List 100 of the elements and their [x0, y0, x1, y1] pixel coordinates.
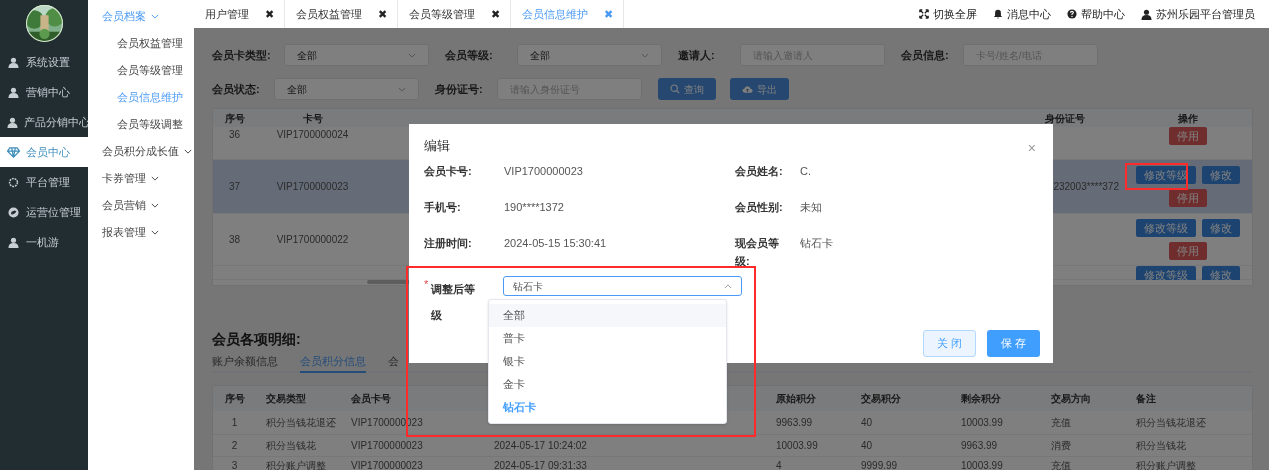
user-icon: [8, 86, 19, 98]
field-label: 调整后等级: [431, 282, 477, 323]
chevron-icon: [151, 203, 159, 208]
dropdown-option[interactable]: 普卡: [489, 327, 726, 350]
chevron-icon: [398, 86, 406, 92]
highlight-frame: [1125, 163, 1188, 190]
submenu-item[interactable]: 报表管理: [88, 219, 194, 246]
header-link[interactable]: 帮助中心: [1067, 5, 1125, 23]
table-cell-text: 1: [230, 416, 239, 430]
table-cell-text: 积分当钱花退还: [265, 416, 337, 430]
field-label: 会员卡类型:: [212, 47, 272, 63]
table-cell-text: VIP1700000023: [350, 459, 424, 470]
chevron-icon: [724, 283, 732, 289]
dropdown-option[interactable]: 全部: [489, 304, 726, 327]
field-label: 会员状态:: [212, 81, 261, 97]
submenu-item[interactable]: 卡券管理: [88, 165, 194, 192]
column-header: 序号: [223, 392, 246, 406]
table-cell-text: 232003****372: [1053, 180, 1119, 194]
header-link[interactable]: 苏州乐园平台管理员: [1141, 5, 1259, 23]
table-cell-text: 10003.99: [960, 416, 1004, 430]
user-icon: [7, 116, 18, 128]
table-cell-text: 充值: [1050, 459, 1072, 470]
sidebar-item[interactable]: 系统设置: [0, 47, 88, 77]
bell-icon: [993, 9, 1003, 19]
submenu-item[interactable]: 会员等级管理: [88, 57, 194, 84]
select-field[interactable]: 钻石卡: [503, 276, 742, 296]
field-value: C.: [800, 164, 812, 179]
table-cell-text: 3: [230, 459, 239, 470]
table-cell-text: VIP1700000023: [350, 439, 424, 453]
column-header: 交易类型: [265, 392, 307, 406]
field-label: 会员信息:: [901, 47, 950, 63]
select-field[interactable]: 全部: [517, 44, 662, 66]
table-cell-text: 9999.99: [860, 459, 899, 470]
section-title: 会员各项明细:: [212, 330, 301, 349]
close-tab-button[interactable]: ✖: [265, 5, 274, 23]
column-header: 身份证号: [1044, 111, 1086, 126]
table-cell-text: 积分当钱花退还: [1135, 416, 1207, 430]
submenu-item[interactable]: 会员积分成长值: [88, 138, 194, 165]
column-header: 序号: [223, 111, 246, 126]
table-cell-text: VIP1700000024: [275, 128, 350, 142]
table-cell-text: 消费: [1050, 439, 1072, 453]
disc-icon: [8, 206, 19, 218]
submenu-item[interactable]: 会员等级调整: [88, 111, 194, 138]
chevron-icon: [151, 176, 159, 181]
table-cell-text: 40: [860, 439, 874, 453]
sidebar-item[interactable]: 营销中心: [0, 77, 88, 107]
diamond-icon: [7, 146, 20, 158]
cloud-upload-icon: [742, 84, 753, 94]
dialog-title: 编辑: [424, 136, 450, 155]
submenu-item[interactable]: 会员营销: [88, 192, 194, 219]
chevron-icon: [408, 52, 416, 58]
sidebar-item[interactable]: 平台管理: [0, 167, 88, 197]
table-cell-text: 37: [227, 180, 242, 194]
close-tab-button[interactable]: ✖: [378, 5, 387, 23]
column-header: 卡号: [301, 111, 324, 126]
table-cell-text: 积分当钱花: [1135, 439, 1187, 453]
field-value: VIP1700000023: [504, 164, 584, 179]
field-label: 现会员等级:: [735, 236, 780, 269]
field-label: 身份证号:: [435, 81, 484, 97]
column-header: 备注: [1135, 392, 1157, 406]
help-icon: [1067, 9, 1077, 19]
header-link[interactable]: 消息中心: [993, 5, 1051, 23]
select-field[interactable]: 全部: [274, 78, 419, 100]
table-cell-text: 10003.99: [775, 439, 819, 453]
chevron-icon: [151, 14, 159, 19]
select-field[interactable]: 全部: [284, 44, 429, 66]
sidebar-item[interactable]: 会员中心: [0, 137, 88, 167]
field-label: 会员等级:: [445, 47, 494, 63]
field-label: 会员卡号:: [424, 164, 473, 179]
field-label: 注册时间:: [424, 236, 473, 251]
table-cell-text: 40: [860, 416, 874, 430]
submenu-item[interactable]: 会员权益管理: [88, 30, 194, 57]
column-header: 会员卡号: [350, 392, 392, 406]
field-value: 190****1372: [504, 200, 565, 215]
sidebar-item[interactable]: 运营位管理: [0, 197, 88, 227]
column-header: 交易方向: [1050, 392, 1092, 406]
table-cell-text: 2024-05-17 09:31:33: [493, 459, 588, 470]
dropdown-option[interactable]: 银卡: [489, 350, 726, 373]
table-cell-text: 38: [227, 233, 242, 247]
table-cell-text: 9963.99: [775, 416, 814, 430]
column-header: 交易积分: [860, 392, 902, 406]
user-icon: [1141, 8, 1152, 20]
table-cell-text: 2024-05-17 10:24:02: [493, 439, 588, 453]
search-icon: [670, 84, 680, 94]
field-value: 未知: [800, 200, 823, 215]
table-cell-text: 充值: [1050, 416, 1072, 430]
field-value: 钻石卡: [800, 236, 834, 251]
header-link[interactable]: 切换全屏: [919, 5, 977, 23]
required-mark: *: [424, 277, 429, 292]
user-icon: [8, 236, 19, 248]
close-tab-button[interactable]: ✖: [491, 5, 500, 23]
table-cell-text: 4: [775, 459, 783, 470]
field-label: 会员姓名:: [735, 164, 784, 179]
sidebar-item[interactable]: 一机游: [0, 227, 88, 257]
dropdown-option[interactable]: 金卡: [489, 373, 726, 396]
table-cell-text: VIP1700000023: [275, 180, 350, 194]
chevron-icon: [151, 230, 159, 235]
fullscreen-icon: [919, 9, 929, 19]
table-cell-text: 2: [230, 439, 239, 453]
table-cell-text: 9963.99: [960, 439, 999, 453]
